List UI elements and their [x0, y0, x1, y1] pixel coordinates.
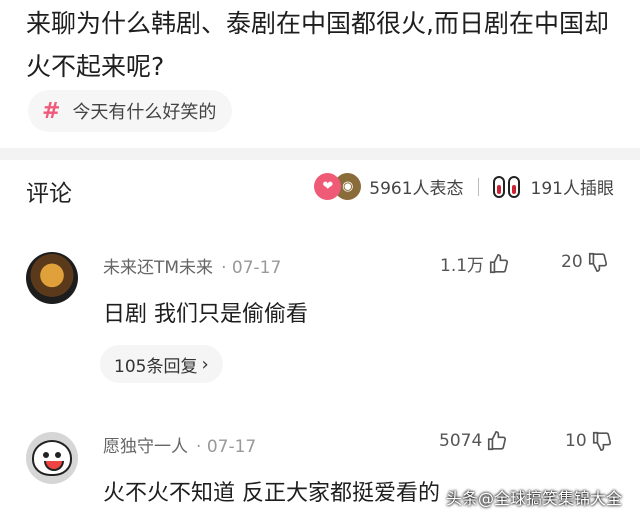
insert-count: 191人插眼: [530, 179, 614, 199]
comment-date: · 07-17: [221, 258, 282, 278]
comment-meta: 愿独守一人 · 07-17: [103, 432, 256, 457]
thumbs-down-icon: [588, 252, 607, 272]
comments-title: 评论: [26, 181, 72, 207]
hashtag-icon: #: [42, 98, 61, 124]
view-replies-button[interactable]: 105条回复 ›: [100, 345, 223, 383]
watermark: 头条@全球搞笑集锦大全: [445, 489, 622, 508]
dislike-count: 10: [565, 431, 587, 451]
thumbs-up-icon: [489, 253, 509, 273]
question-title: 来聊为什么韩剧、泰剧在中国都很火,而日剧在中国却火不起来呢?: [26, 9, 609, 81]
avatar[interactable]: [26, 252, 78, 304]
comment-text: 火不火不知道 反正大家都挺爱看的: [103, 481, 440, 506]
reaction-count: 5961人表态: [369, 179, 464, 199]
topic-tag[interactable]: # 今天有什么好笑的: [28, 90, 233, 132]
comment-date: · 07-17: [196, 437, 257, 457]
reaction-summary[interactable]: ❤ ◉ 5961人表态 191人插眼: [314, 173, 614, 200]
like-count: 5074: [439, 431, 483, 451]
comments-header: 评论 ❤ ◉ 5961人表态 191人插眼: [0, 160, 640, 222]
username[interactable]: 愿独守一人: [103, 437, 188, 457]
like-button[interactable]: 1.1万: [440, 251, 510, 276]
dislike-count: 20: [561, 252, 583, 272]
dislike-button[interactable]: 10: [565, 430, 613, 452]
username[interactable]: 未来还TM未来: [103, 258, 213, 278]
topic-label: 今天有什么好笑的: [72, 102, 217, 123]
chevron-right-icon: ›: [201, 353, 209, 375]
thumbs-up-icon: [488, 431, 507, 451]
like-button[interactable]: 5074: [439, 430, 508, 452]
dislike-button[interactable]: 20: [561, 251, 609, 273]
comment-meta: 未来还TM未来 · 07-17: [103, 253, 281, 278]
thumbs-down-icon: [592, 431, 611, 451]
replies-count: 105条回复: [114, 356, 198, 377]
avatar[interactable]: [26, 432, 78, 484]
section-divider: [0, 148, 640, 160]
reaction-divider: [477, 177, 479, 196]
comment-text: 日剧 我们只是偷偷看: [103, 302, 308, 327]
eyes-icon: [492, 175, 523, 199]
like-count: 1.1万: [440, 256, 485, 276]
